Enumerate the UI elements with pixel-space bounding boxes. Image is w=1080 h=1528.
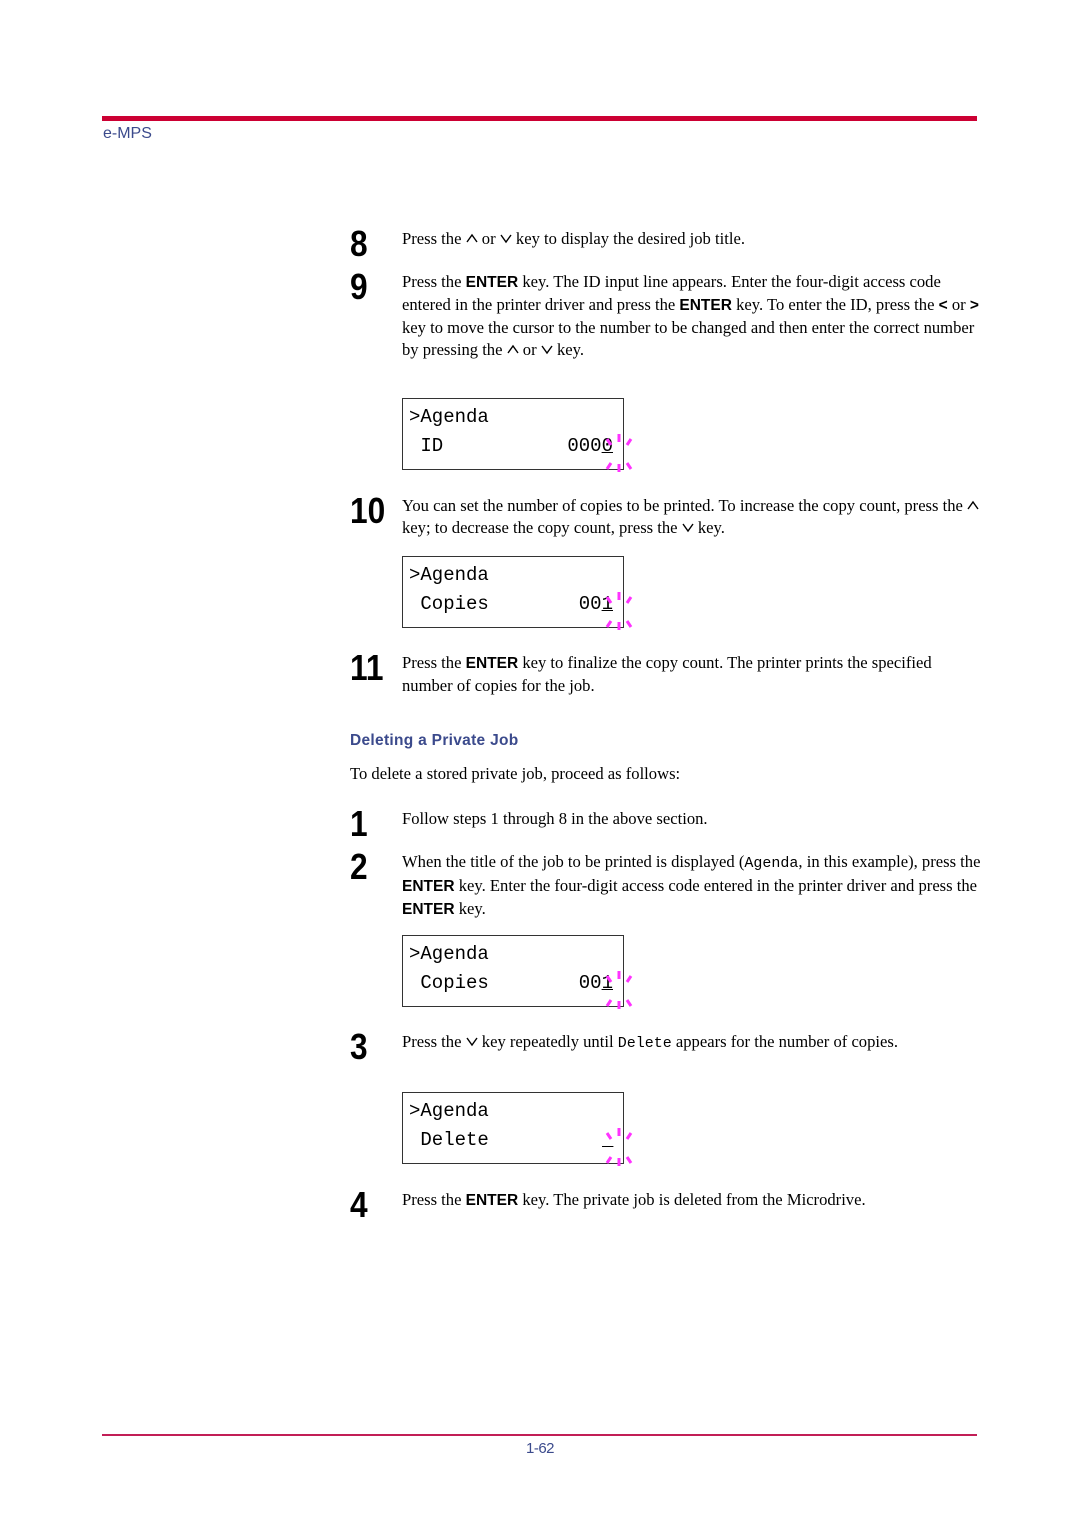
- up-arrow-key-icon: [507, 343, 519, 355]
- up-arrow-key-icon: [466, 232, 478, 244]
- lcd-line-2: ID: [409, 435, 444, 457]
- lcd-display-delete: >Agenda Delete: [402, 1092, 633, 1166]
- step-text: Press the ENTER key. The ID input line a…: [402, 272, 979, 359]
- right-key-label: >: [969, 297, 979, 314]
- job-title-code: Agenda: [744, 855, 799, 872]
- step-text: Press the ENTER key. The private job is …: [402, 1190, 866, 1209]
- blinking-cursor-icon: [605, 1128, 633, 1166]
- enter-key-label: ENTER: [465, 1192, 519, 1209]
- step-number: 4: [350, 1184, 368, 1225]
- step-text: When the title of the job to be printed …: [402, 852, 981, 918]
- lcd-line-1: >Agenda: [409, 564, 489, 586]
- blinking-cursor-icon: [605, 434, 633, 472]
- enter-key-label: ENTER: [679, 297, 732, 314]
- lcd-line-1: >Agenda: [409, 406, 489, 428]
- lcd-line-2: Delete: [409, 1129, 489, 1151]
- step-text: Press the ENTER key to finalize the copy…: [402, 653, 932, 695]
- section-heading: Deleting a Private Job: [350, 732, 519, 749]
- step-number: 9: [350, 266, 368, 307]
- enter-key-label: ENTER: [465, 274, 519, 291]
- lcd-display-copies: >Agenda Copies 001: [402, 556, 633, 630]
- lcd-line-1: >Agenda: [409, 943, 489, 965]
- footer-rule: [102, 1434, 977, 1436]
- lcd-line-2: Copies: [409, 972, 489, 994]
- lcd-line-2: Copies: [409, 593, 489, 615]
- lcd-display-id: >Agenda ID 0000: [402, 398, 633, 472]
- down-arrow-key-icon: [500, 232, 512, 244]
- step-text: Press the key repeatedly until Delete ap…: [402, 1032, 898, 1052]
- step-number: 11: [350, 647, 384, 688]
- down-arrow-key-icon: [682, 521, 694, 533]
- lcd-display-copies-delete: >Agenda Copies 001: [402, 935, 633, 1009]
- step-text: Follow steps 1 through 8 in the above se…: [402, 809, 708, 828]
- page-number: 1-62: [525, 1440, 555, 1457]
- header-rule: [102, 116, 977, 121]
- step-number: 1: [350, 803, 368, 844]
- step-number: 3: [350, 1026, 368, 1067]
- step-number: 10: [350, 490, 386, 531]
- down-arrow-key-icon: [541, 343, 553, 355]
- section-intro: To delete a stored private job, proceed …: [350, 764, 681, 783]
- step-number: 2: [350, 846, 368, 887]
- down-arrow-key-icon: [466, 1035, 478, 1047]
- step-text: You can set the number of copies to be p…: [402, 495, 982, 539]
- section-header-label: e-MPS: [103, 125, 152, 142]
- blinking-cursor-icon: [605, 971, 633, 1009]
- lcd-line-1: >Agenda: [409, 1100, 489, 1122]
- step-text: Press the or key to display the desired …: [402, 229, 745, 248]
- delete-code: Delete: [617, 1035, 672, 1052]
- enter-key-label: ENTER: [465, 655, 519, 672]
- blinking-cursor-icon: [605, 592, 633, 630]
- enter-key-label: ENTER: [402, 901, 455, 918]
- enter-key-label: ENTER: [402, 878, 455, 895]
- step-number: 8: [350, 223, 368, 264]
- left-key-label: <: [938, 297, 948, 314]
- up-arrow-key-icon: [967, 499, 979, 511]
